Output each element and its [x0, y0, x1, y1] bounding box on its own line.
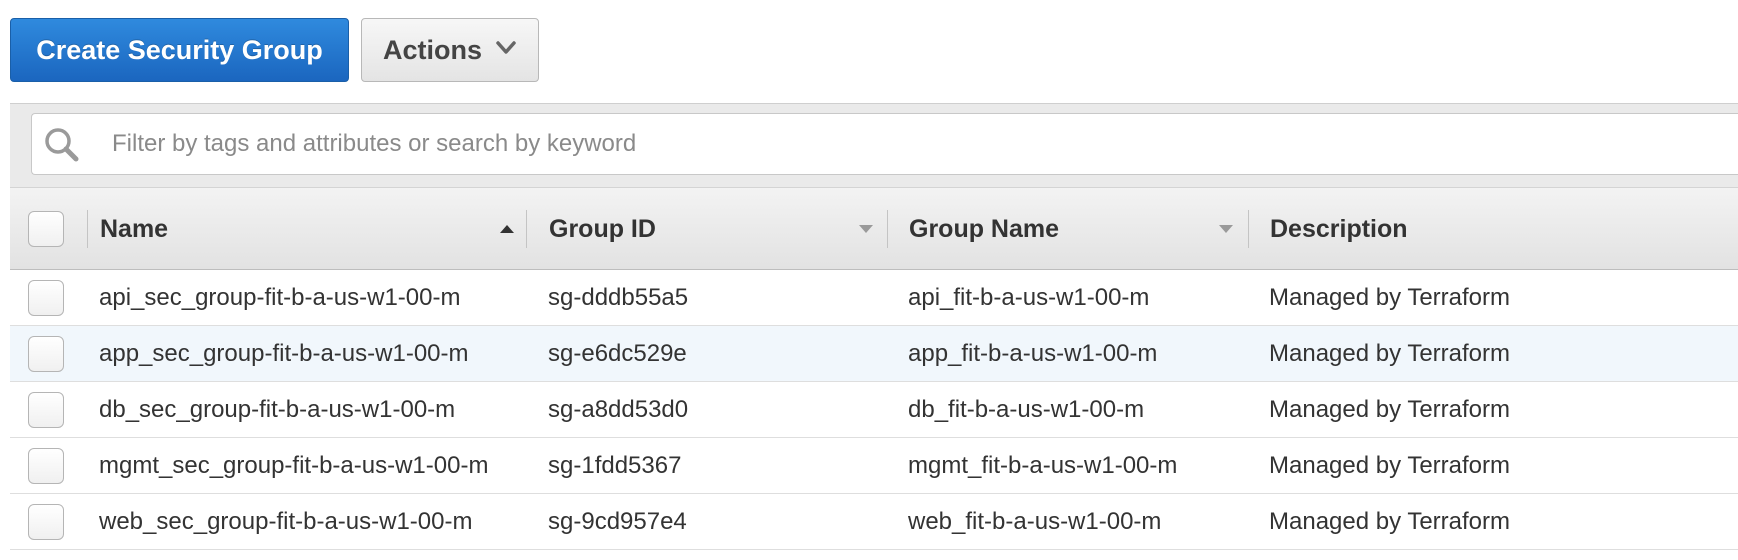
cell-group-name: web_fit-b-a-us-w1-00-m [908, 507, 1162, 535]
cell-group-id: sg-e6dc529e [548, 339, 687, 367]
cell-description: Managed by Terraform [1269, 451, 1511, 479]
cell-name: app_sec_group-fit-b-a-us-w1-00-m [99, 339, 469, 367]
search-icon [45, 128, 79, 162]
row-checkbox[interactable] [28, 448, 64, 484]
table-row[interactable]: mgmt_sec_group-fit-b-a-us-w1-00-m sg-1fd… [10, 438, 1738, 494]
cell-description: Managed by Terraform [1269, 395, 1511, 423]
row-checkbox[interactable] [28, 336, 64, 372]
sort-ascending-icon[interactable] [499, 224, 515, 234]
select-all-checkbox[interactable] [28, 211, 64, 247]
filter-input[interactable] [112, 124, 1712, 164]
cell-group-id: sg-dddb55a5 [548, 283, 689, 311]
column-header-group-id[interactable]: Group ID [549, 188, 656, 270]
create-security-group-label: Create Security Group [36, 34, 323, 65]
table-row[interactable]: db_sec_group-fit-b-a-us-w1-00-m sg-a8dd5… [10, 382, 1738, 438]
cell-description: Managed by Terraform [1269, 283, 1511, 311]
cell-name: api_sec_group-fit-b-a-us-w1-00-m [99, 283, 461, 311]
cell-group-id: sg-9cd957e4 [548, 507, 687, 535]
actions-label: Actions [383, 34, 483, 65]
cell-group-id: sg-1fdd5367 [548, 451, 682, 479]
chevron-down-icon [496, 41, 516, 54]
cell-description: Managed by Terraform [1269, 507, 1511, 535]
cell-group-name: api_fit-b-a-us-w1-00-m [908, 283, 1150, 311]
column-header-description[interactable]: Description [1270, 188, 1408, 270]
cell-group-name: db_fit-b-a-us-w1-00-m [908, 395, 1145, 423]
column-header-name[interactable]: Name [100, 188, 168, 270]
cell-name: mgmt_sec_group-fit-b-a-us-w1-00-m [99, 451, 489, 479]
column-divider [887, 210, 888, 248]
column-divider [87, 210, 88, 248]
filter-box [31, 113, 1738, 175]
table-row[interactable]: app_sec_group-fit-b-a-us-w1-00-m sg-e6dc… [10, 326, 1738, 382]
cell-name: db_sec_group-fit-b-a-us-w1-00-m [99, 395, 456, 423]
cell-description: Managed by Terraform [1269, 339, 1511, 367]
row-checkbox[interactable] [28, 504, 64, 540]
column-divider [526, 210, 527, 248]
cell-group-name: app_fit-b-a-us-w1-00-m [908, 339, 1158, 367]
row-checkbox[interactable] [28, 280, 64, 316]
sort-dropdown-icon[interactable] [858, 224, 874, 234]
table-row[interactable]: api_sec_group-fit-b-a-us-w1-00-m sg-dddb… [10, 270, 1738, 326]
table-row[interactable]: web_sec_group-fit-b-a-us-w1-00-m sg-9cd9… [10, 494, 1738, 550]
sort-dropdown-icon[interactable] [1218, 224, 1234, 234]
cell-name: web_sec_group-fit-b-a-us-w1-00-m [99, 507, 473, 535]
cell-group-name: mgmt_fit-b-a-us-w1-00-m [908, 451, 1178, 479]
actions-button[interactable]: Actions [361, 18, 539, 82]
column-header-group-name[interactable]: Group Name [909, 188, 1059, 270]
table-header: Name Group ID Group Name Description [10, 187, 1738, 270]
row-checkbox[interactable] [28, 392, 64, 428]
filter-bar [10, 103, 1738, 187]
column-divider [1248, 210, 1249, 248]
create-security-group-button[interactable]: Create Security Group [10, 18, 349, 82]
cell-group-id: sg-a8dd53d0 [548, 395, 689, 423]
